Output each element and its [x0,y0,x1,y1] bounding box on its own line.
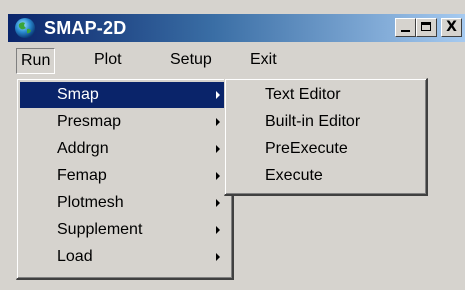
run-menu-item-smap[interactable]: Smap [20,82,229,108]
close-icon: X [446,19,457,35]
run-menu-item-load[interactable]: Load [20,244,229,270]
menu-plot[interactable]: Plot [90,48,126,72]
run-menu-item-label: Femap [57,167,107,184]
run-menu-item-label: Smap [57,86,99,103]
smap-submenu: Text Editor Built-in Editor PreExecute E… [224,78,428,196]
submenu-item-text-editor[interactable]: Text Editor [228,82,423,108]
run-menu: Smap Presmap Addrgn Femap Plotmesh Suppl… [16,78,234,280]
submenu-arrow-icon [216,226,220,234]
maximize-button[interactable] [416,18,437,37]
submenu-arrow-icon [216,91,220,99]
submenu-item-label: PreExecute [265,140,348,157]
close-button[interactable]: X [441,18,462,37]
submenu-arrow-icon [216,199,220,207]
menu-exit-label: Exit [250,51,277,68]
run-menu-item-label: Plotmesh [57,194,124,211]
run-menu-item-femap[interactable]: Femap [20,163,229,189]
submenu-arrow-icon [216,118,220,126]
minimize-button[interactable] [395,18,416,37]
submenu-item-preexecute[interactable]: PreExecute [228,136,423,162]
run-menu-item-plotmesh[interactable]: Plotmesh [20,190,229,216]
run-menu-item-presmap[interactable]: Presmap [20,109,229,135]
run-menu-item-supplement[interactable]: Supplement [20,217,229,243]
submenu-arrow-icon [216,253,220,261]
menu-setup[interactable]: Setup [166,48,216,72]
submenu-item-label: Execute [265,167,323,184]
menu-run[interactable]: Run [16,48,56,74]
run-menu-item-addrgn[interactable]: Addrgn [20,136,229,162]
submenu-item-execute[interactable]: Execute [228,163,423,189]
menu-run-label: Run [21,52,51,69]
submenu-item-label: Text Editor [265,86,341,103]
window-title: SMAP-2D [44,18,127,38]
globe-icon [15,18,35,38]
run-menu-item-label: Addrgn [57,140,109,157]
minimize-icon [401,30,410,32]
run-menu-item-label: Supplement [57,221,143,238]
menu-exit[interactable]: Exit [246,48,281,72]
maximize-icon [421,22,431,31]
submenu-item-label: Built-in Editor [265,113,361,130]
menu-plot-label: Plot [94,51,122,68]
submenu-item-built-in-editor[interactable]: Built-in Editor [228,109,423,135]
run-menu-item-label: Load [57,248,93,265]
app-window: SMAP-2D X Run Plot Setup Exit Smap Presm… [0,0,465,290]
menu-bar: Run Plot Setup Exit [8,44,465,74]
menu-setup-label: Setup [170,51,212,68]
submenu-arrow-icon [216,172,220,180]
run-menu-item-label: Presmap [57,113,122,130]
title-bar[interactable]: SMAP-2D X [8,14,465,42]
submenu-arrow-icon [216,145,220,153]
